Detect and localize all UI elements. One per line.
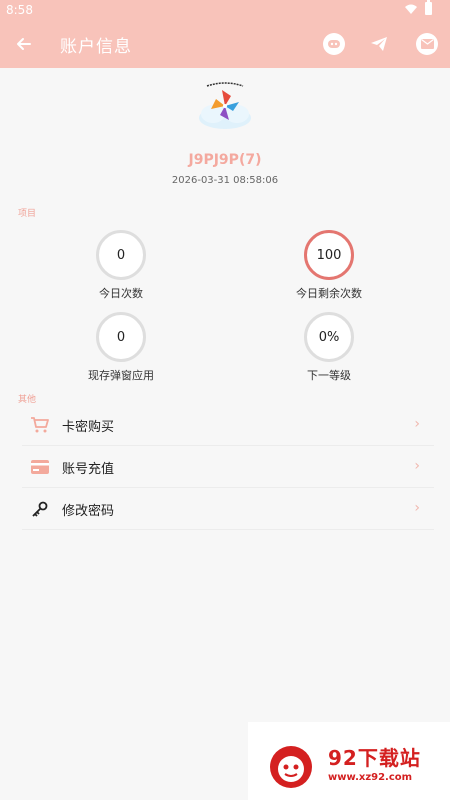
status-bar: 8:58 (0, 0, 450, 20)
page-title: 账户信息 (60, 37, 132, 57)
watermark-url: www.xz92.com (328, 772, 413, 783)
stat-label: 今日剩余次数 (296, 287, 362, 300)
cart-icon (30, 415, 50, 435)
card-icon (30, 457, 50, 477)
stat-ring: 0 (96, 230, 146, 280)
key-icon (30, 499, 50, 519)
menu-item-label: 账号充值 (62, 462, 115, 477)
mail-button[interactable] (416, 33, 438, 55)
monkey-logo-icon (270, 746, 312, 788)
stat-today-count: 0 今日次数 (41, 230, 201, 301)
stat-ring: 0 (96, 312, 146, 362)
timestamp: 2026-03-31 08:58:06 (171, 175, 279, 186)
mail-icon (420, 39, 434, 49)
pinwheel-logo (199, 82, 251, 129)
chevron-right-icon: › (414, 458, 420, 474)
stat-ring: 100 (304, 230, 354, 280)
telegram-button[interactable] (368, 33, 390, 55)
battery-icon (425, 0, 432, 15)
menu-item-label: 修改密码 (62, 504, 115, 519)
menu-item-recharge[interactable]: 账号充值 › (22, 446, 434, 488)
menu-item-label: 卡密购买 (62, 420, 115, 435)
username: J9PJ9P(7) (188, 152, 262, 168)
back-button[interactable] (10, 30, 38, 58)
watermark: 92下载站 www.xz92.com (248, 722, 450, 800)
gamepad-icon (328, 40, 340, 48)
menu-item-buy-card[interactable]: 卡密购买 › (22, 404, 434, 446)
stat-ring: 0% (304, 312, 354, 362)
stat-today-remaining: 100 今日剩余次数 (249, 230, 409, 301)
wifi-icon (405, 4, 417, 14)
chevron-right-icon: › (414, 416, 420, 432)
system-icons (405, 0, 432, 15)
stat-next-level: 0% 下一等级 (249, 312, 409, 383)
status-time: 8:58 (6, 3, 33, 17)
avatar[interactable] (195, 80, 255, 132)
stat-label: 现存弹窗应用 (88, 369, 154, 382)
app-bar: 账户信息 (0, 20, 450, 68)
game-button[interactable] (323, 33, 345, 55)
watermark-name: 92下载站 (328, 746, 421, 770)
stat-popup-apps: 0 现存弹窗应用 (41, 312, 201, 383)
send-icon (371, 37, 387, 51)
arrow-left-icon (17, 38, 31, 50)
menu-item-change-password[interactable]: 修改密码 › (22, 488, 434, 530)
items-section-label: 项目 (18, 209, 37, 219)
stat-label: 下一等级 (307, 369, 351, 382)
stat-label: 今日次数 (99, 287, 143, 300)
chevron-right-icon: › (414, 500, 420, 516)
